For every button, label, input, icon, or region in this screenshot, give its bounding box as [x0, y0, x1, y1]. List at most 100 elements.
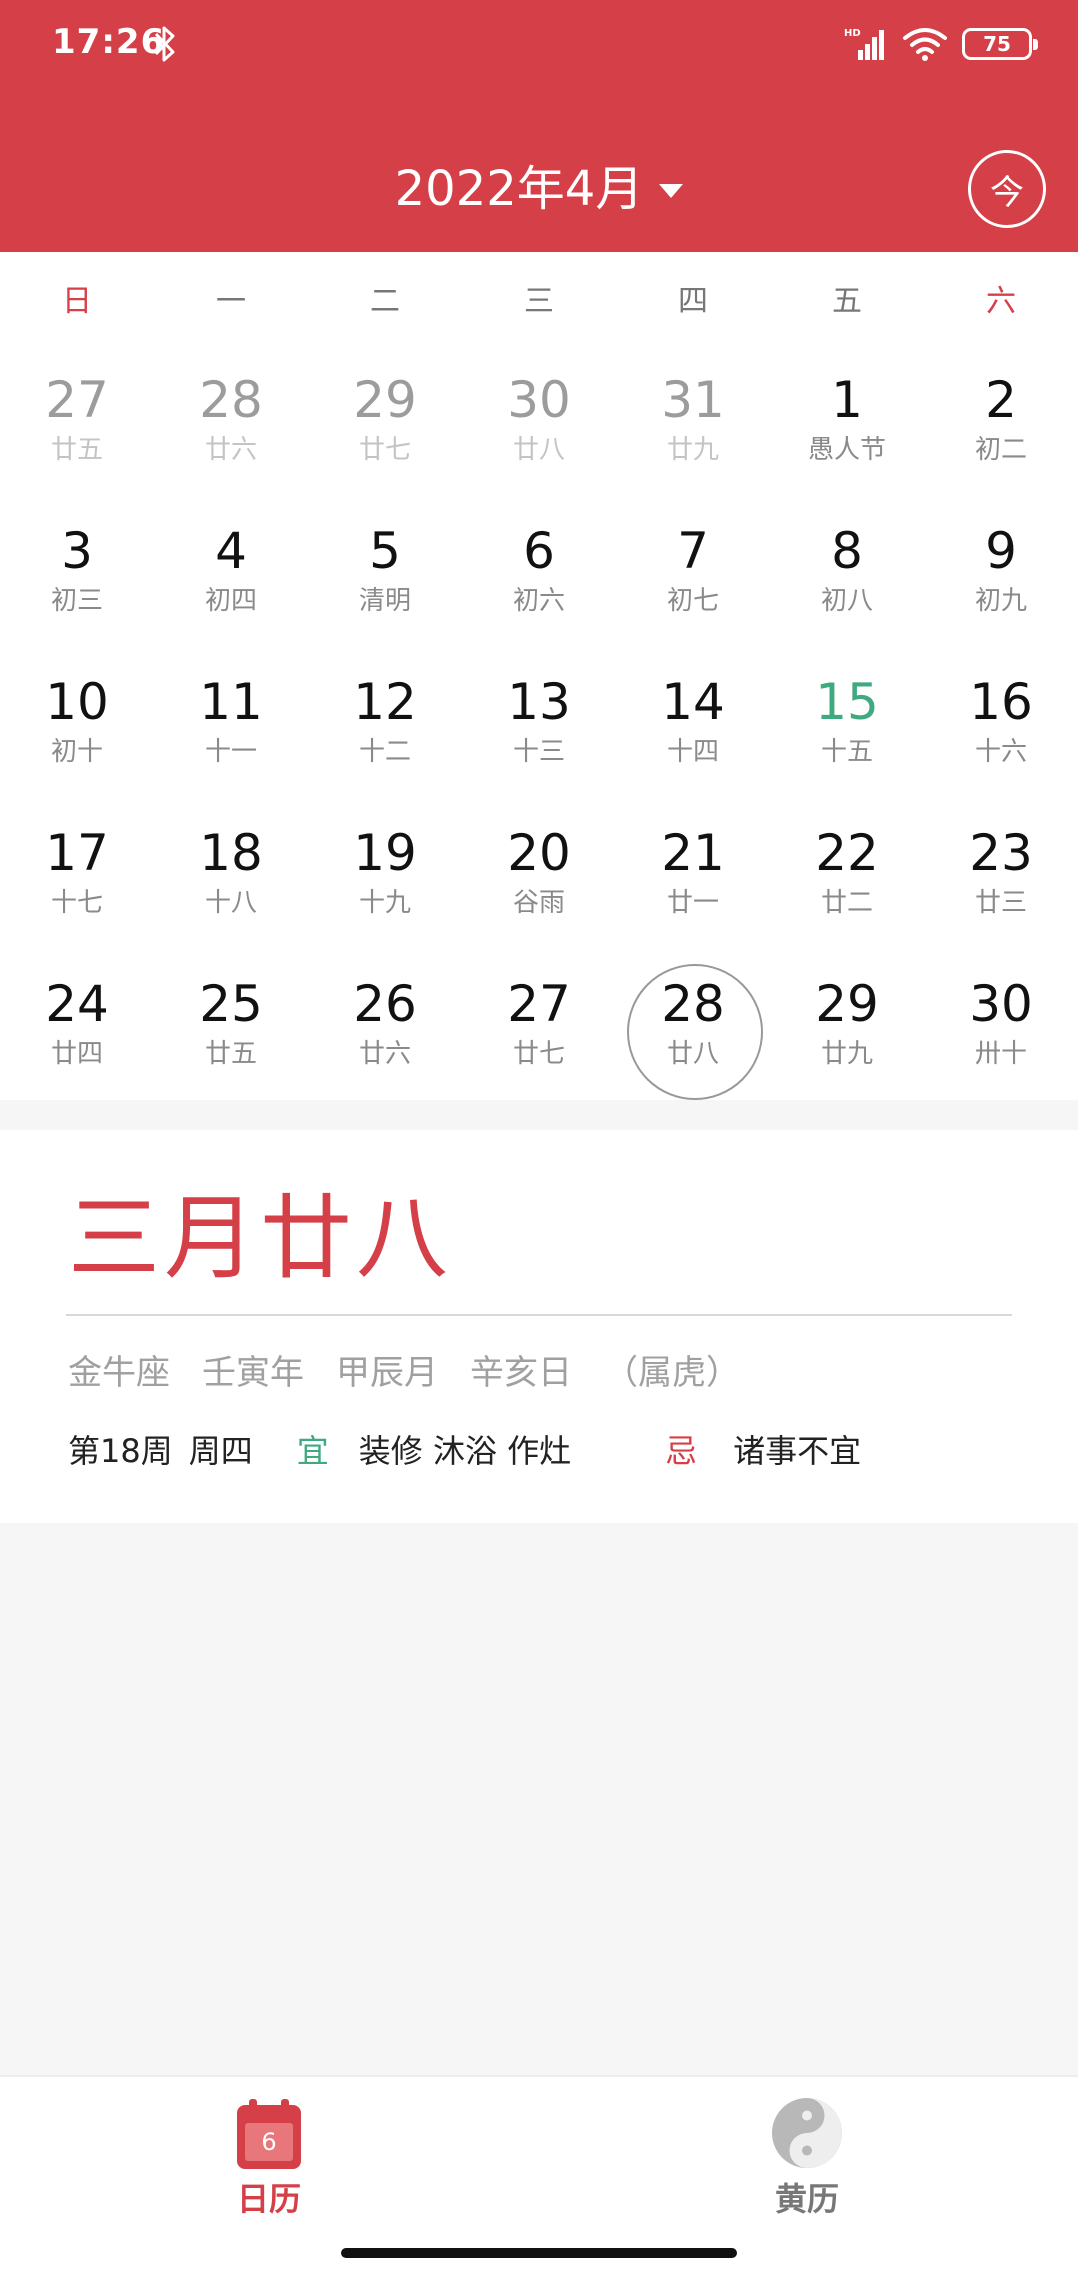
- day-cell[interactable]: 23 廿三: [924, 805, 1078, 956]
- day-number: 26: [353, 975, 417, 1033]
- lunar-day: 十八: [204, 888, 257, 918]
- lunar-day: 十二: [358, 737, 411, 767]
- day-cell[interactable]: 18 十八: [154, 805, 308, 956]
- day-cell[interactable]: 26 廿六: [308, 956, 462, 1107]
- day-cell[interactable]: 1 愚人节: [770, 352, 924, 503]
- day-cell[interactable]: 27 廿七: [462, 956, 616, 1107]
- lunar-day: 愚人节: [807, 435, 886, 465]
- weekday-sun: 日: [62, 284, 92, 319]
- day-cell[interactable]: 29 廿九: [770, 956, 924, 1107]
- lunar-day: 初二: [974, 435, 1027, 465]
- day-number: 29: [353, 371, 417, 429]
- month-ganzhi: 甲辰月: [336, 1353, 438, 1393]
- weekday-fri: 五: [832, 284, 862, 319]
- day-cell[interactable]: 17 十七: [0, 805, 154, 956]
- day-cell[interactable]: 13 十三: [462, 654, 616, 805]
- day-cell[interactable]: 10 初十: [0, 654, 154, 805]
- bluetooth-icon: [154, 26, 175, 62]
- day-number: 12: [353, 673, 417, 731]
- day-number: 20: [507, 824, 571, 882]
- divider: [66, 1314, 1012, 1316]
- day-number: 5: [369, 522, 401, 580]
- day-cell[interactable]: 19 十九: [308, 805, 462, 956]
- lunar-day: 初九: [974, 586, 1027, 616]
- day-number: 6: [523, 522, 555, 580]
- day-number: 19: [353, 824, 417, 882]
- day-number: 27: [45, 371, 109, 429]
- lunar-day: 十一: [204, 737, 257, 767]
- today-button-label: 今: [990, 172, 1024, 213]
- day-cell[interactable]: 27 廿五: [0, 352, 154, 503]
- day-cell[interactable]: 30 卅十: [924, 956, 1078, 1107]
- status-bar: 17:26 HD 75: [0, 0, 1078, 88]
- day-number: 8: [831, 522, 863, 580]
- day-detail-panel: 三月廿八 金牛座 壬寅年 甲辰月 辛亥日 （属虎） 第18周 周四 宜 装修 沐…: [0, 1130, 1078, 1523]
- day-cell[interactable]: 20 谷雨: [462, 805, 616, 956]
- battery-icon: 75: [962, 28, 1038, 60]
- weekday-sat: 六: [986, 284, 1016, 319]
- ganzhi-row: 金牛座 壬寅年 甲辰月 辛亥日 （属虎）: [68, 1348, 740, 1398]
- weekday-wed: 三: [524, 284, 554, 319]
- lunar-day: 十四: [666, 737, 719, 767]
- lunar-day: 廿一: [666, 888, 719, 918]
- wifi-icon: [903, 28, 947, 61]
- day-cell[interactable]: 5 清明: [308, 503, 462, 654]
- nav-huangli[interactable]: 黄历: [707, 2097, 907, 2219]
- nav-calendar[interactable]: 6 日历: [169, 2097, 369, 2219]
- month-picker[interactable]: 2022年4月: [0, 154, 1078, 224]
- day-cell[interactable]: 12 十二: [308, 654, 462, 805]
- lunar-day: 十九: [358, 888, 411, 918]
- day-cell[interactable]: 2 初二: [924, 352, 1078, 503]
- day-cell[interactable]: 15 十五: [770, 654, 924, 805]
- week-number: 第18周: [68, 1432, 173, 1470]
- day-cell[interactable]: 7 初七: [616, 503, 770, 654]
- day-cell[interactable]: 31 廿九: [616, 352, 770, 503]
- day-cell[interactable]: 14 十四: [616, 654, 770, 805]
- day-cell[interactable]: 22 廿二: [770, 805, 924, 956]
- zodiac-sign: 金牛座: [68, 1353, 170, 1393]
- day-cell[interactable]: 29 廿七: [308, 352, 462, 503]
- lunar-day: 廿七: [358, 435, 411, 465]
- day-number: 24: [45, 975, 109, 1033]
- ji-label: 忌: [665, 1432, 698, 1470]
- day-number: 25: [199, 975, 263, 1033]
- lunar-day: 清明: [358, 586, 411, 616]
- day-cell[interactable]: 25 廿五: [154, 956, 308, 1107]
- day-cell[interactable]: 24 廿四: [0, 956, 154, 1107]
- lunar-date: 三月廿八: [68, 1185, 453, 1292]
- lunar-day: 廿七: [512, 1039, 565, 1069]
- day-ganzhi: 辛亥日: [470, 1353, 572, 1393]
- day-number: 10: [45, 673, 109, 731]
- today-button[interactable]: 今: [968, 150, 1046, 228]
- day-cell[interactable]: 3 初三: [0, 503, 154, 654]
- lunar-day: 卅十: [974, 1039, 1027, 1069]
- day-number: 29: [815, 975, 879, 1033]
- yi-items: 装修 沐浴 作灶: [358, 1432, 572, 1470]
- day-cell[interactable]: 4 初四: [154, 503, 308, 654]
- lunar-day: 廿八: [512, 435, 565, 465]
- home-indicator[interactable]: [341, 2248, 737, 2258]
- weekday-mon: 一: [216, 284, 246, 319]
- day-cell[interactable]: 6 初六: [462, 503, 616, 654]
- day-cell[interactable]: 16 十六: [924, 654, 1078, 805]
- day-number: 11: [199, 673, 263, 731]
- chinese-zodiac-animal: （属虎）: [604, 1353, 740, 1393]
- day-number: 13: [507, 673, 571, 731]
- day-cell[interactable]: 21 廿一: [616, 805, 770, 956]
- week-row: 24 廿四 25 廿五 26 廿六 27 廿七 28 廿八 29 廿九 30 卅十: [0, 956, 1078, 1107]
- year-ganzhi: 壬寅年: [202, 1353, 304, 1393]
- lunar-day: 初四: [204, 586, 257, 616]
- day-cell[interactable]: 8 初八: [770, 503, 924, 654]
- day-cell[interactable]: 28 廿六: [154, 352, 308, 503]
- day-cell[interactable]: 11 十一: [154, 654, 308, 805]
- day-cell[interactable]: 30 廿八: [462, 352, 616, 503]
- lunar-day: 初六: [512, 586, 565, 616]
- lunar-day: 十六: [974, 737, 1027, 767]
- lunar-day: 十三: [512, 737, 565, 767]
- day-number: 27: [507, 975, 571, 1033]
- day-number: 4: [215, 522, 247, 580]
- lunar-day: 廿二: [820, 888, 873, 918]
- day-number: 15: [815, 673, 879, 731]
- day-cell-selected[interactable]: 28 廿八: [616, 956, 770, 1107]
- day-cell[interactable]: 9 初九: [924, 503, 1078, 654]
